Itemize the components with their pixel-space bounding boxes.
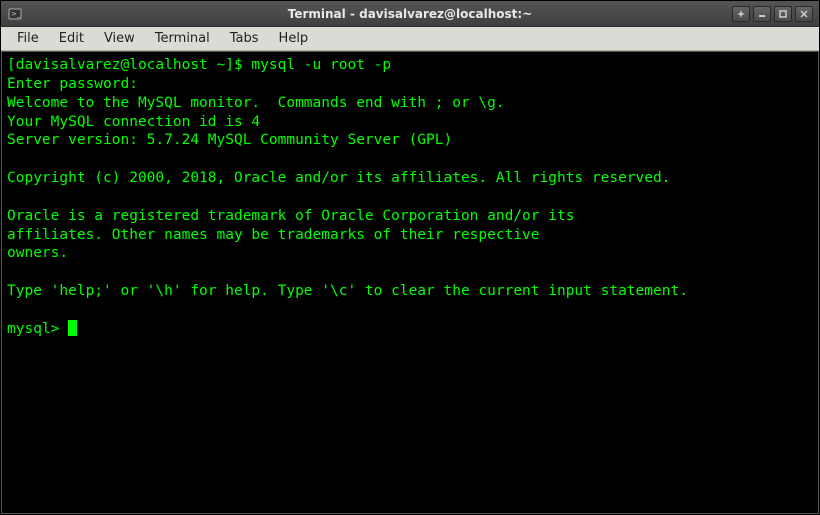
terminal-line: Welcome to the MySQL monitor. Commands e… [7, 95, 505, 111]
terminal-line: Oracle is a registered trademark of Orac… [7, 208, 574, 224]
menu-edit[interactable]: Edit [49, 28, 94, 49]
terminal-line: owners. [7, 245, 68, 261]
terminal-content: [davisalvarez@localhost ~]$ mysql -u roo… [7, 56, 813, 339]
menu-terminal[interactable]: Terminal [145, 28, 220, 49]
terminal-line: Type 'help;' or '\h' for help. Type '\c'… [7, 283, 688, 299]
window-controls [729, 6, 813, 22]
window-title: Terminal - davisalvarez@localhost:~ [288, 7, 533, 21]
cursor [68, 320, 77, 336]
menu-view[interactable]: View [94, 28, 145, 49]
stick-button[interactable] [732, 6, 750, 22]
terminal-line: Server version: 5.7.24 MySQL Community S… [7, 132, 452, 148]
close-button[interactable] [795, 6, 813, 22]
svg-text:>_: >_ [11, 10, 21, 18]
maximize-button[interactable] [774, 6, 792, 22]
terminal-line: affiliates. Other names may be trademark… [7, 227, 540, 243]
menu-tabs[interactable]: Tabs [220, 28, 269, 49]
minimize-button[interactable] [753, 6, 771, 22]
terminal-line: Enter password: [7, 76, 138, 92]
terminal-viewport[interactable]: [davisalvarez@localhost ~]$ mysql -u roo… [1, 51, 819, 514]
menu-file[interactable]: File [7, 28, 49, 49]
shell-prompt-line: [davisalvarez@localhost ~]$ mysql -u roo… [7, 57, 391, 73]
menu-help[interactable]: Help [269, 28, 319, 49]
terminal-line: Your MySQL connection id is 4 [7, 114, 260, 130]
terminal-line: Copyright (c) 2000, 2018, Oracle and/or … [7, 170, 670, 186]
window-titlebar: >_ Terminal - davisalvarez@localhost:~ [1, 1, 819, 27]
terminal-icon: >_ [7, 6, 23, 22]
menubar: File Edit View Terminal Tabs Help [1, 27, 819, 51]
mysql-prompt: mysql> [7, 321, 68, 337]
